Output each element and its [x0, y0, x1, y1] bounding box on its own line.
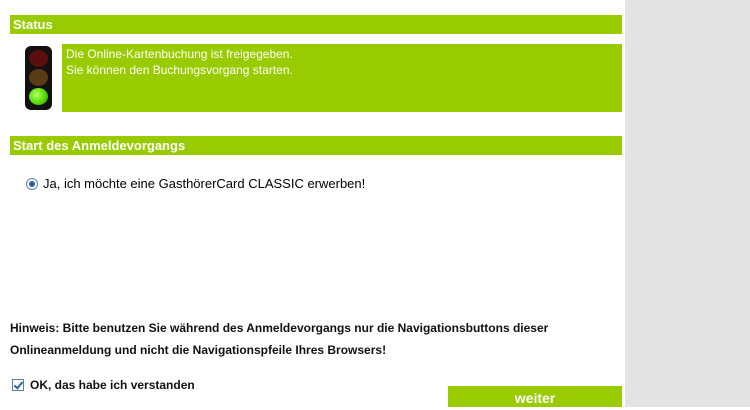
navigation-hint: Hinweis: Bitte benutzen Sie während des …	[10, 317, 630, 361]
hint-line-1: Hinweis: Bitte benutzen Sie während des …	[10, 321, 549, 335]
confirm-checkbox[interactable]	[12, 379, 24, 391]
card-option-radio[interactable]	[26, 177, 38, 190]
main-content: Status Die Online-Kartenbuchung ist frei…	[10, 0, 622, 407]
confirm-row[interactable]: OK, das habe ich verstanden	[12, 378, 195, 392]
red-lamp	[29, 50, 48, 67]
start-header: Start des Anmeldevorgangs	[10, 136, 622, 155]
right-gray-panel	[625, 0, 750, 407]
status-message-box: Die Online-Kartenbuchung ist freigegeben…	[62, 44, 622, 112]
confirm-label[interactable]: OK, das habe ich verstanden	[30, 378, 195, 392]
status-header: Status	[10, 15, 622, 34]
traffic-light-icon	[25, 46, 52, 110]
hint-line-2: Onlineanmeldung und nicht die Navigation…	[10, 343, 387, 357]
status-row: Die Online-Kartenbuchung ist freigegeben…	[10, 41, 622, 112]
status-line-1: Die Online-Kartenbuchung ist freigegeben…	[66, 47, 293, 61]
status-line-2: Sie können den Buchungsvorgang starten.	[66, 63, 293, 77]
green-lamp	[29, 88, 48, 105]
yellow-lamp	[29, 69, 48, 86]
card-option[interactable]: Ja, ich möchte eine GasthörerCard CLASSI…	[26, 176, 365, 191]
weiter-button[interactable]: weiter	[448, 384, 622, 407]
card-option-label[interactable]: Ja, ich möchte eine GasthörerCard CLASSI…	[43, 176, 365, 191]
